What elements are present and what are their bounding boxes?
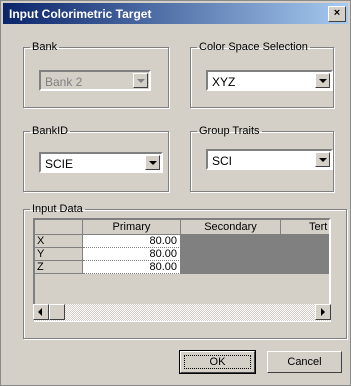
chevron-down-icon[interactable]: [145, 155, 160, 170]
ok-button[interactable]: OK: [179, 350, 256, 374]
horizontal-scrollbar[interactable]: [33, 304, 331, 321]
bank-id-select-value: SCIE: [45, 157, 74, 171]
color-space-select[interactable]: XYZ: [206, 70, 333, 91]
column-header-primary[interactable]: Primary: [83, 220, 181, 235]
row-header-z[interactable]: Z: [35, 261, 83, 274]
color-space-legend: Color Space Selection: [199, 41, 308, 53]
cell-y-empty: [181, 248, 329, 261]
color-space-select-value: XYZ: [212, 75, 236, 89]
chevron-down-icon[interactable]: [315, 152, 330, 167]
cell-z-primary[interactable]: 80.00: [83, 261, 181, 274]
cell-z-empty: [181, 261, 329, 274]
cell-x-empty: [181, 235, 329, 248]
chevron-down-icon: [133, 73, 148, 88]
title-bar[interactable]: Input Colorimetric Target ×: [3, 3, 348, 24]
scroll-right-icon[interactable]: [315, 304, 331, 320]
bank-select: Bank 2: [39, 70, 151, 91]
cell-x-primary[interactable]: 80.00: [83, 235, 181, 248]
close-button[interactable]: ×: [328, 6, 346, 22]
input-data-legend: Input Data: [32, 203, 83, 215]
bank-id-select[interactable]: SCIE: [39, 152, 163, 173]
group-traits-legend: Group Traits: [199, 125, 260, 137]
chevron-down-icon[interactable]: [315, 73, 330, 88]
grid-corner-header: [35, 220, 83, 235]
scrollbar-thumb[interactable]: [49, 304, 65, 320]
window-title: Input Colorimetric Target: [9, 7, 152, 21]
group-traits-select[interactable]: SCI: [206, 149, 333, 170]
cell-y-primary[interactable]: 80.00: [83, 248, 181, 261]
column-header-secondary[interactable]: Secondary: [181, 220, 281, 235]
dialog-window: Input Colorimetric Target × Bank Bank 2 …: [0, 0, 351, 386]
row-header-y[interactable]: Y: [35, 248, 83, 261]
focus-rect: [184, 355, 251, 369]
cancel-button-label: Cancel: [287, 356, 322, 368]
row-header-x[interactable]: X: [35, 235, 83, 248]
bank-select-value: Bank 2: [45, 75, 83, 89]
group-traits-select-value: SCI: [212, 154, 233, 168]
bank-legend: Bank: [32, 41, 58, 53]
column-header-tertiary[interactable]: Tert: [281, 220, 329, 235]
bank-id-legend: BankID: [32, 125, 69, 137]
scroll-left-icon[interactable]: [33, 304, 49, 320]
cancel-button[interactable]: Cancel: [267, 351, 342, 373]
